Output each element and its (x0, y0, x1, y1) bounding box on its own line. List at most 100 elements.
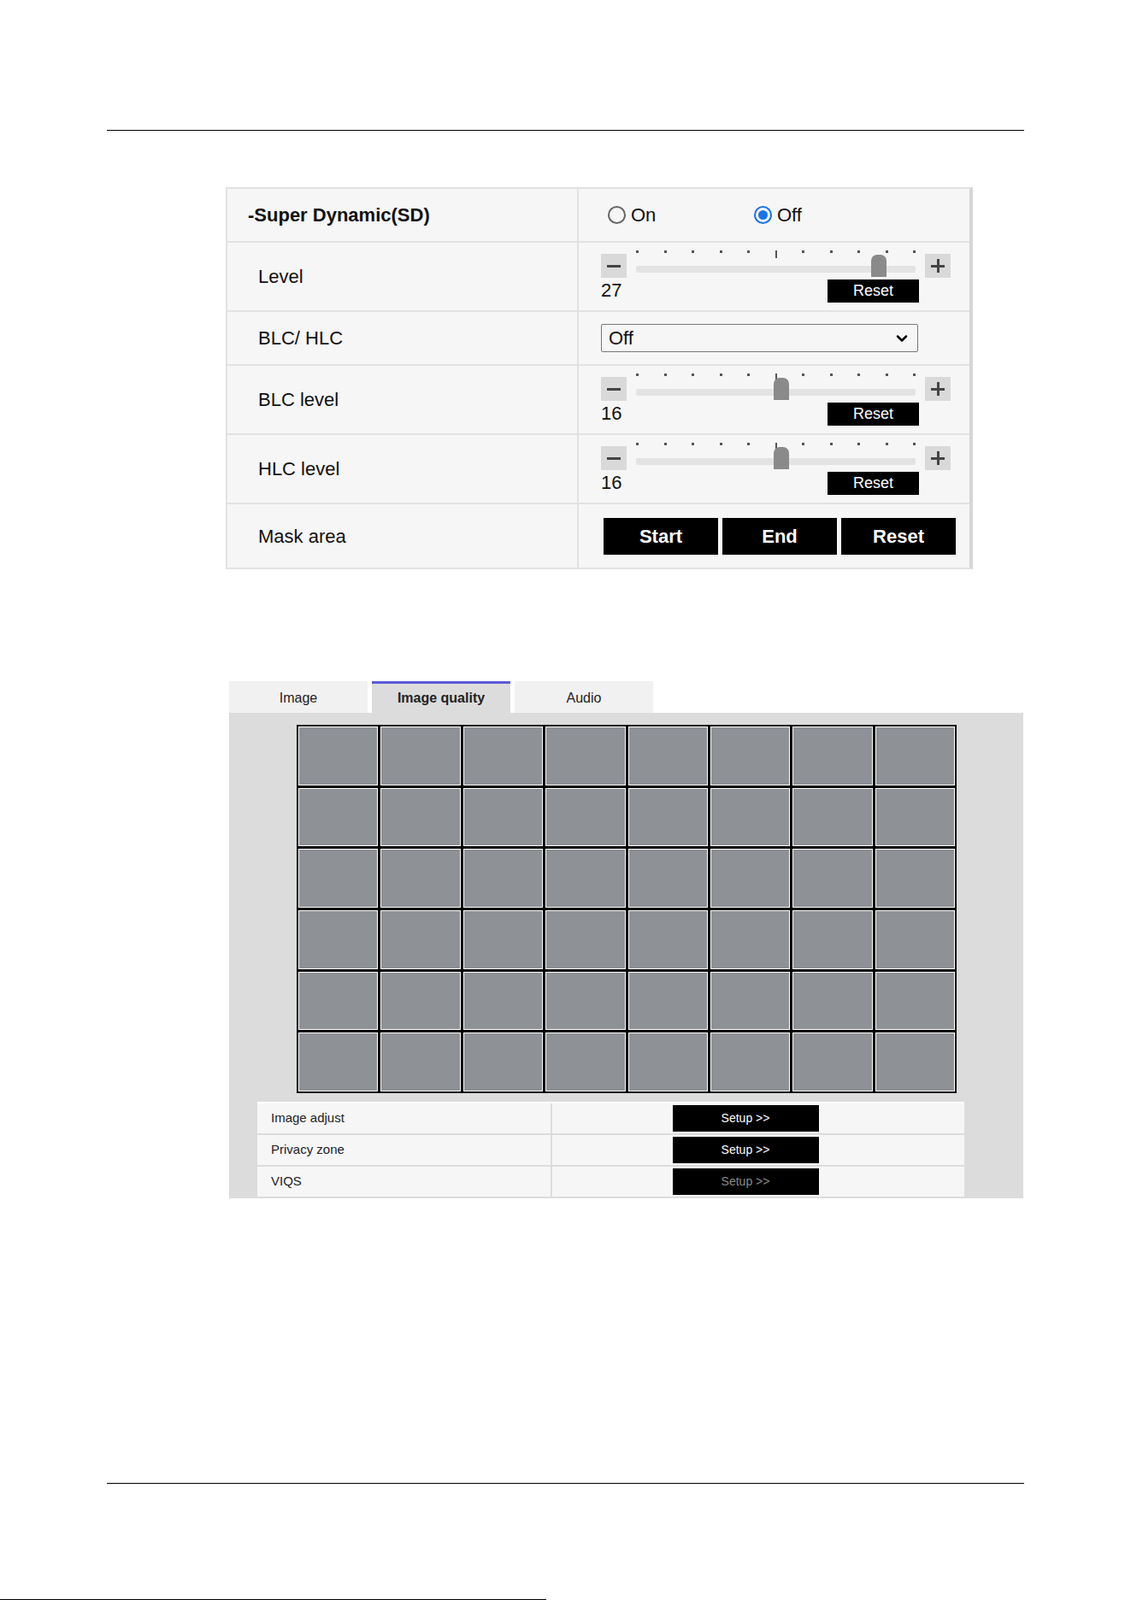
setup-row: Image adjustSetup >> (257, 1103, 965, 1136)
blc-hlc-select[interactable]: Off (600, 323, 919, 353)
image-cell[interactable] (380, 788, 460, 848)
image-cell[interactable] (545, 788, 625, 848)
reset-button[interactable]: Reset (827, 279, 919, 303)
blc-hlc-row: BLC/ HLCOff (227, 312, 970, 366)
slider-tick (636, 442, 639, 446)
slider-tick (747, 442, 750, 446)
radio-option[interactable]: Off (754, 200, 901, 230)
setup-list: Image adjustSetup >>Privacy zoneSetup >>… (257, 1101, 965, 1199)
tab[interactable]: Image quality (371, 681, 511, 713)
image-cell[interactable] (545, 848, 625, 908)
image-cell[interactable] (380, 1032, 460, 1092)
image-cell[interactable] (875, 910, 955, 970)
radio-icon (754, 206, 772, 224)
image-cell[interactable] (628, 788, 708, 848)
image-cell[interactable] (628, 1032, 708, 1092)
slider-tick (719, 442, 723, 446)
radio-option[interactable]: On (607, 200, 754, 230)
header-rule (106, 129, 1025, 131)
image-cell[interactable] (545, 910, 625, 970)
tab[interactable]: Audio (514, 681, 654, 713)
slider-tick (719, 250, 723, 254)
image-cell[interactable] (298, 1032, 378, 1092)
image-cell[interactable] (463, 848, 543, 908)
setup-button[interactable]: Setup >> (672, 1136, 819, 1164)
reset-button[interactable]: Reset (827, 471, 919, 495)
image-cell[interactable] (710, 910, 790, 970)
image-cell[interactable] (710, 1032, 790, 1092)
image-cell[interactable] (710, 788, 790, 848)
slider-tick (830, 373, 833, 377)
image-cell[interactable] (545, 726, 625, 786)
increase-button[interactable] (924, 377, 951, 401)
image-cell[interactable] (380, 848, 460, 908)
camera-image-grid[interactable] (296, 724, 957, 1094)
slider-tick (719, 373, 723, 377)
image-cell[interactable] (463, 788, 543, 848)
decrease-button[interactable] (600, 253, 627, 278)
minus-icon (606, 265, 621, 268)
image-cell[interactable] (710, 971, 790, 1031)
image-cell[interactable] (463, 910, 543, 970)
increase-button[interactable] (924, 446, 951, 471)
image-cell[interactable] (875, 788, 955, 848)
image-cell[interactable] (463, 726, 543, 786)
slider-thumb[interactable] (773, 377, 790, 401)
image-cell[interactable] (380, 726, 460, 786)
tab[interactable]: Image (229, 681, 368, 713)
slider-tick (747, 373, 750, 377)
increase-button[interactable] (924, 253, 951, 278)
slider[interactable] (636, 373, 916, 401)
image-cell[interactable] (792, 788, 872, 848)
image-cell[interactable] (792, 848, 872, 908)
slider-tick (857, 250, 861, 254)
slider[interactable] (636, 250, 916, 278)
decrease-button[interactable] (600, 446, 627, 471)
image-cell[interactable] (875, 971, 955, 1031)
content-area: Image adjustSetup >>Privacy zoneSetup >>… (229, 712, 1024, 1199)
image-cell[interactable] (628, 971, 708, 1031)
image-cell[interactable] (298, 726, 378, 786)
slider-tick (830, 442, 833, 446)
setup-row: Privacy zoneSetup >> (257, 1135, 965, 1167)
image-cell[interactable] (380, 910, 460, 970)
image-cell[interactable] (875, 726, 955, 786)
reset-button[interactable]: Reset (827, 402, 919, 426)
mask-area-button[interactable]: End (722, 518, 837, 555)
image-cell[interactable] (463, 1032, 543, 1092)
setting-label: Level (227, 242, 579, 311)
image-cell[interactable] (628, 726, 708, 786)
slider-tick (636, 250, 639, 254)
image-cell[interactable] (875, 848, 955, 908)
image-cell[interactable] (792, 726, 872, 786)
decrease-button[interactable] (600, 377, 627, 401)
image-cell[interactable] (298, 848, 378, 908)
image-cell[interactable] (792, 910, 872, 970)
image-cell[interactable] (298, 971, 378, 1031)
chevron-down-icon (893, 329, 911, 348)
image-cell[interactable] (298, 910, 378, 970)
image-cell[interactable] (792, 1032, 872, 1092)
image-cell[interactable] (710, 726, 790, 786)
tab-bar: ImageImage qualityAudio (229, 681, 1024, 713)
mask-area-button[interactable]: Reset (841, 518, 956, 555)
slider[interactable] (636, 442, 916, 471)
slider-thumb[interactable] (871, 254, 887, 277)
image-cell[interactable] (545, 1032, 625, 1092)
setup-button[interactable]: Setup >> (672, 1105, 819, 1132)
mask-area-button[interactable]: Start (603, 518, 719, 555)
radio-icon (607, 206, 626, 224)
image-cell[interactable] (628, 848, 708, 908)
slider-thumb[interactable] (773, 447, 790, 470)
image-cell[interactable] (463, 971, 543, 1031)
image-cell[interactable] (380, 971, 460, 1031)
image-cell[interactable] (298, 788, 378, 848)
image-cell[interactable] (792, 971, 872, 1031)
slider-tick (801, 373, 805, 377)
image-cell[interactable] (628, 910, 708, 970)
slider-row: Level27Reset (227, 242, 970, 313)
image-cell[interactable] (875, 1032, 955, 1092)
slider-tick (636, 373, 639, 377)
image-cell[interactable] (710, 848, 790, 908)
image-cell[interactable] (545, 971, 625, 1031)
